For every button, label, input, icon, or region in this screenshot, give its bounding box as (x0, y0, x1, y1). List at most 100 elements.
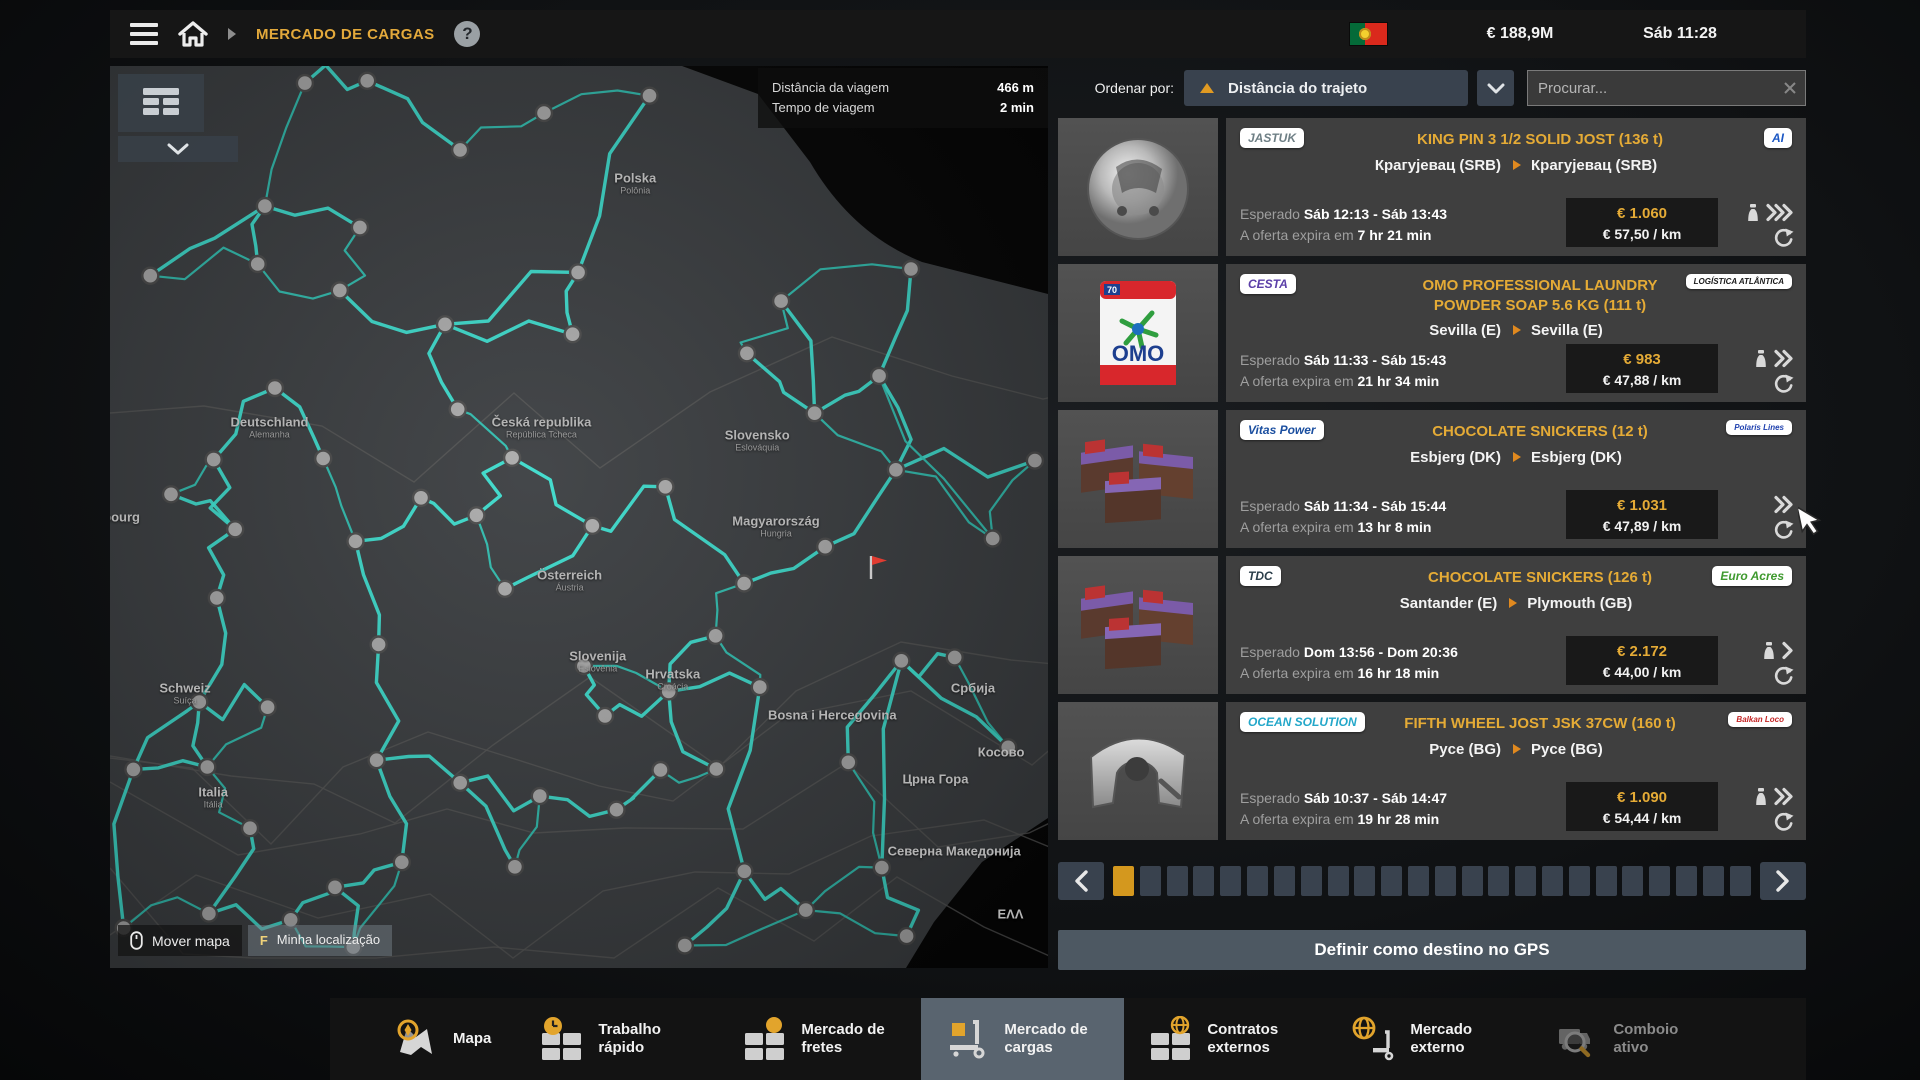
page-square[interactable] (1301, 866, 1322, 896)
move-map-label: Mover mapa (152, 933, 230, 949)
cargo-price-per-km: € 44,00 / km (1566, 663, 1718, 681)
page-square[interactable] (1193, 866, 1214, 896)
cargo-photo-snickers (1073, 419, 1203, 539)
page-square[interactable] (1703, 866, 1724, 896)
cargo-listing[interactable]: TDCCHOCOLATE SNICKERS (126 t)Euro AcresS… (1058, 556, 1806, 694)
sort-value: Distância do trajeto (1228, 80, 1367, 97)
page-square[interactable] (1328, 866, 1349, 896)
external-icon (1351, 1016, 1397, 1062)
sender-brand-logo: Vitas Power (1240, 420, 1324, 440)
chevron-down-icon (1487, 83, 1505, 94)
route-arrow-icon (1513, 452, 1521, 462)
page-square[interactable] (1730, 866, 1751, 896)
nav-tab-map[interactable]: Mapa (370, 998, 515, 1080)
chevron-down-icon (167, 143, 189, 155)
cargo-route: Santander (E)Plymouth (GB) (1240, 595, 1792, 612)
portugal-flag-icon (1350, 23, 1387, 45)
map-garage-filter-button[interactable] (118, 74, 204, 132)
page-square[interactable] (1220, 866, 1241, 896)
game-time: Sáb 11:28 (1600, 25, 1760, 43)
page-prev-button[interactable] (1058, 862, 1104, 900)
cargo-details: OCEAN SOLUTIONFIFTH WHEEL JOST JSK 37CW … (1226, 702, 1806, 840)
page-square[interactable] (1435, 866, 1456, 896)
page-square[interactable] (1542, 866, 1563, 896)
page-square[interactable] (1462, 866, 1483, 896)
page-square[interactable] (1676, 866, 1697, 896)
nav-tab-label: Contratos externos (1207, 1021, 1303, 1057)
cargo-listing[interactable]: Vitas Power CHOCOLATE SNICKERS (12 t) Pola… (1058, 410, 1806, 548)
help-icon[interactable]: ? (454, 21, 480, 47)
page-square[interactable] (1649, 866, 1670, 896)
move-map-hint: Mover mapa (118, 925, 242, 956)
nav-tab-convoy: Comboio ativo (1530, 998, 1733, 1080)
cargo-details: Vitas Power CHOCOLATE SNICKERS (12 t) Pola… (1226, 410, 1806, 548)
sender-brand-logo: TDC (1240, 566, 1281, 586)
map-panel-collapse-button[interactable] (118, 136, 238, 162)
pagination (1058, 862, 1806, 900)
cargo-image (1058, 410, 1218, 548)
page-square[interactable] (1488, 866, 1509, 896)
search-input[interactable] (1528, 80, 1775, 97)
cargo-listing[interactable]: JASTUKKING PIN 3 1/2 SOLID JOST (136 t)A… (1058, 118, 1806, 256)
my-location-hint[interactable]: F Minha localização (248, 925, 392, 956)
page-square[interactable] (1140, 866, 1161, 896)
nav-tab-quick[interactable]: Trabalho rápido (515, 998, 718, 1080)
route-origin: Крагујевац (SRB) (1375, 157, 1501, 174)
return-trip-icon (1773, 227, 1794, 247)
page-square[interactable] (1569, 866, 1590, 896)
price-box: € 983€ 47,88 / km (1566, 344, 1718, 393)
cargo-times: Esperado Dom 13:56 - Dom 20:36A oferta e… (1240, 642, 1566, 685)
nav-tab-contracts[interactable]: Contratos externos (1124, 998, 1327, 1080)
menu-icon[interactable] (130, 23, 158, 45)
page-square[interactable] (1167, 866, 1188, 896)
world-map[interactable]: PolskaPolôniaDeutschlandAlemanhaČeská re… (110, 66, 1048, 968)
nav-tab-external[interactable]: Mercado externo (1327, 998, 1530, 1080)
cargo-badge-icons (1732, 349, 1794, 393)
route-origin: Esbjerg (DK) (1410, 449, 1501, 466)
page-square[interactable] (1596, 866, 1617, 896)
page-square[interactable] (1274, 866, 1295, 896)
cargo-icon (945, 1016, 991, 1062)
sort-dropdown[interactable]: Distância do trajeto (1184, 70, 1468, 106)
garage-icon (138, 86, 184, 120)
set-gps-destination-button[interactable]: Definir como destino no GPS (1058, 930, 1806, 970)
cargo-price: € 983 (1566, 349, 1718, 371)
cargo-listing[interactable]: OCEAN SOLUTIONFIFTH WHEEL JOST JSK 37CW … (1058, 702, 1806, 840)
cargo-price-per-km: € 57,50 / km (1566, 225, 1718, 243)
express-chevrons-icon (1774, 787, 1794, 806)
cargo-price: € 1.031 (1566, 495, 1718, 517)
search-clear-icon[interactable] (1775, 81, 1805, 95)
route-arrow-icon (1513, 744, 1521, 754)
sort-expand-button[interactable] (1477, 70, 1514, 106)
breadcrumb-chevron-icon (228, 28, 236, 40)
page-square[interactable] (1354, 866, 1375, 896)
game-screen: { "topbar": { "breadcrumb": "MERCADO DE … (0, 0, 1920, 1080)
cargo-image (1058, 118, 1218, 256)
page-square[interactable] (1515, 866, 1536, 896)
page-square[interactable] (1408, 866, 1429, 896)
cargo-badge-icons (1732, 787, 1794, 831)
weight-icon (1745, 203, 1761, 222)
cargo-price-per-km: € 54,44 / km (1566, 809, 1718, 827)
route-origin: Pyce (BG) (1429, 741, 1501, 758)
cargo-title: CHOCOLATE SNICKERS (12 t) (1398, 420, 1682, 442)
convoy-icon (1554, 1016, 1600, 1062)
page-square[interactable] (1381, 866, 1402, 896)
page-square[interactable] (1247, 866, 1268, 896)
page-square[interactable] (1622, 866, 1643, 896)
nav-tab-freight[interactable]: Mercado de fretes (718, 998, 921, 1080)
cargo-photo-omo: 70 OMO (1078, 273, 1198, 393)
map-hints: Mover mapa F Minha localização (118, 925, 392, 956)
express-chevrons-icon (1774, 495, 1794, 514)
nav-tab-cargo[interactable]: Mercado de cargas (921, 998, 1124, 1080)
cargo-list: JASTUKKING PIN 3 1/2 SOLID JOST (136 t)A… (1058, 118, 1806, 840)
home-icon[interactable] (178, 20, 208, 48)
recipient-company-logo: Polaris Lines (1726, 420, 1792, 435)
cargo-badge-icons (1732, 495, 1794, 539)
f-key-hint: F (260, 933, 268, 948)
page-square[interactable] (1113, 866, 1134, 896)
nav-tab-label: Mercado externo (1410, 1021, 1506, 1057)
page-next-button[interactable] (1760, 862, 1806, 900)
cargo-listing[interactable]: 70 OMOCESTAOMO PROFESSIONAL LAUNDRY POWD… (1058, 264, 1806, 402)
route-destination: Pyce (BG) (1531, 741, 1603, 758)
